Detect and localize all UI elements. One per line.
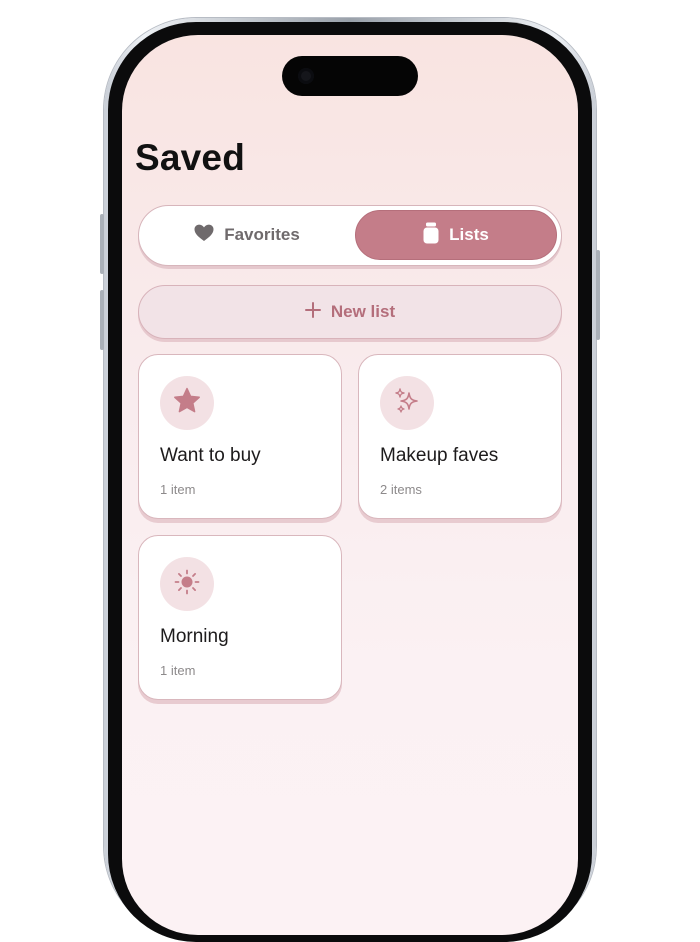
dynamic-island — [282, 56, 418, 96]
tab-lists[interactable]: Lists — [355, 210, 557, 260]
star-icon — [173, 387, 201, 419]
volume-down-button-hardware — [100, 290, 104, 350]
list-card-title: Want to buy — [160, 445, 261, 466]
list-card-makeup-faves[interactable]: Makeup faves 2 items — [358, 354, 562, 519]
list-card-want-to-buy[interactable]: Want to buy 1 item — [138, 354, 342, 519]
list-card-count: 2 items — [380, 482, 422, 497]
volume-up-button-hardware — [100, 214, 104, 274]
phone-screen: Saved Favorites Lists New list Want to b… — [122, 35, 578, 935]
plus-icon — [304, 301, 321, 323]
card-icon-badge — [380, 376, 434, 430]
front-camera — [298, 68, 314, 84]
power-button-hardware — [596, 250, 600, 340]
list-card-count: 1 item — [160, 663, 196, 678]
new-list-button[interactable]: New list — [138, 285, 562, 339]
saved-segmented-control: Favorites Lists — [138, 205, 562, 266]
jar-icon — [423, 222, 439, 249]
card-icon-badge — [160, 376, 214, 430]
list-card-count: 1 item — [160, 482, 196, 497]
sun-icon — [173, 568, 201, 601]
list-card-morning[interactable]: Morning 1 item — [138, 535, 342, 700]
new-list-label: New list — [330, 302, 396, 321]
heart-icon — [194, 224, 214, 247]
list-card-title: Makeup faves — [380, 445, 499, 466]
card-icon-badge — [160, 557, 214, 611]
list-card-title: Morning — [160, 626, 229, 647]
tab-favorites-label: Favorites — [224, 225, 300, 244]
sparkle-icon — [393, 387, 421, 420]
page-title: Saved — [135, 137, 246, 178]
tab-favorites[interactable]: Favorites — [146, 210, 348, 260]
tab-lists-label: Lists — [449, 225, 489, 244]
